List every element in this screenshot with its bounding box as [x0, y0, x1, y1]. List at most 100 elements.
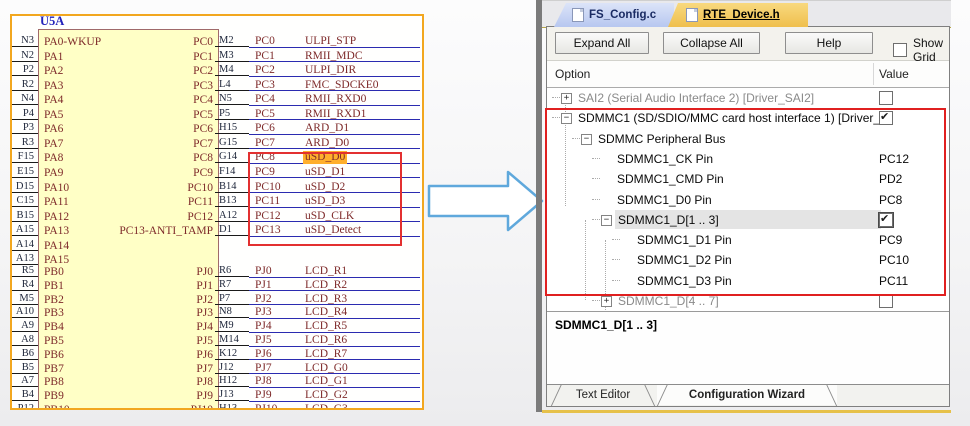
tree-guide	[612, 280, 620, 281]
tree-guide	[612, 239, 620, 240]
column-divider	[873, 63, 874, 85]
pin-number: M5	[10, 293, 34, 305]
tree-row[interactable]: SDMMC1_CMD Pin PD2	[547, 169, 949, 189]
net-label: uSD_Detect	[303, 224, 363, 237]
expand-icon[interactable]: +	[561, 93, 572, 104]
port-label: PJ1	[255, 279, 272, 292]
tree-row[interactable]: SDMMC1_D3 Pin PC11	[547, 271, 949, 291]
tree-row[interactable]: SDMMC1_D2 PinPC10	[547, 250, 949, 270]
port-label: PC9	[255, 166, 275, 179]
pin-number: G15	[216, 137, 249, 149]
tab-rte-device[interactable]: RTE_Device.h	[668, 3, 808, 27]
tree-row[interactable]: +SDMMC1_D[4 .. 7]	[547, 291, 949, 311]
tree-item-checkbox[interactable]	[879, 91, 893, 105]
show-grid-checkbox[interactable]	[893, 43, 907, 57]
port-label: PJ6	[255, 348, 272, 361]
pin-name: PA10	[44, 182, 69, 195]
tree-item-label: SDMMC1_D0 Pin	[617, 193, 712, 207]
tab-fs-config[interactable]: FS_Config.c	[554, 3, 674, 27]
pin-name: PA6	[44, 123, 63, 136]
port-label: PC10	[255, 181, 281, 194]
collapse-icon[interactable]: −	[561, 113, 572, 124]
tree-row[interactable]: SDMMC1_D0 Pin PC8	[547, 190, 949, 210]
pin-number: C15	[10, 195, 34, 207]
pin-number: H15	[216, 122, 249, 134]
net-label: uSD_D2	[303, 181, 347, 194]
pin-name: PB0	[44, 266, 64, 279]
pin-value[interactable]: PC9	[879, 233, 902, 247]
net-label: ULPI_DIR	[303, 64, 358, 77]
tree-item-label: SDMMC1_CMD Pin	[617, 172, 724, 186]
tree-row[interactable]: −SDMMC1 (SD/SDIO/MMC card host interface…	[547, 108, 949, 128]
tree-row[interactable]: −SDMMC Peripheral Bus	[547, 129, 949, 149]
pin-name: PJ1	[93, 280, 213, 293]
pin-number: B15	[10, 210, 34, 222]
pin-number: A7	[10, 375, 34, 387]
flow-arrow-icon	[426, 168, 546, 234]
port-label: PJ3	[255, 306, 272, 319]
port-label: PC13	[255, 224, 281, 237]
pin-name: PA1	[44, 51, 63, 64]
pin-name: PA4	[44, 94, 63, 107]
pin-name: PA11	[44, 196, 69, 209]
port-label: PJ8	[255, 375, 272, 388]
collapse-icon[interactable]: −	[601, 215, 612, 226]
port-label: PC0	[255, 35, 275, 48]
help-button[interactable]: Help	[785, 32, 873, 54]
net-label: uSD_D3	[303, 195, 347, 208]
component-refdes: U5A	[40, 14, 64, 28]
tree-item-label: SDMMC1 (SD/SDIO/MMC card host interface …	[578, 111, 890, 125]
tree-guide	[592, 219, 600, 220]
value-column-header: Value	[879, 67, 909, 81]
config-wizard-panel: FS_Config.c RTE_Device.h Expand All Coll…	[542, 0, 951, 410]
expand-all-button[interactable]: Expand All	[555, 32, 649, 54]
collapse-icon[interactable]: −	[581, 134, 592, 145]
pin-number: B4	[10, 389, 34, 401]
show-grid-option: Show Grid	[893, 36, 949, 64]
tree-item-checkbox[interactable]	[879, 294, 893, 308]
tree-row[interactable]: +SAI2 (Serial Audio Interface 2) [Driver…	[547, 88, 949, 108]
tree-guide	[612, 259, 620, 260]
tree-item-checkbox[interactable]	[879, 213, 893, 227]
pin-value[interactable]: PC12	[879, 152, 909, 166]
pin-name: PA13	[44, 225, 69, 238]
pin-name: PA14	[44, 240, 69, 253]
pin-name: PJ8	[93, 376, 213, 389]
tree-row[interactable]: −SDMMC1_D[1 .. 3]	[547, 210, 949, 230]
pin-number: A9	[10, 320, 34, 332]
pin-name: PJ5	[93, 335, 213, 348]
pin-name: PJ2	[93, 294, 213, 307]
pin-value[interactable]: PC8	[879, 193, 902, 207]
pin-number: K12	[216, 348, 249, 360]
pin-number: N3	[10, 35, 34, 47]
net-label: uSD_D0	[303, 151, 347, 164]
pin-number: G14	[216, 151, 249, 163]
tree-row[interactable]: SDMMC1_D1 PinPC9	[547, 230, 949, 250]
pin-value[interactable]: PC10	[879, 253, 909, 267]
pin-name: PC2	[93, 65, 213, 78]
collapse-all-button[interactable]: Collapse All	[663, 32, 760, 54]
document-icon	[572, 8, 584, 22]
pin-name: PA5	[44, 109, 63, 122]
pin-number: H13	[216, 403, 249, 410]
port-label: PC8	[255, 151, 275, 164]
pin-number: F15	[10, 151, 34, 163]
tab-configuration-wizard[interactable]: Configuration Wizard	[657, 385, 837, 405]
tab-text-editor[interactable]: Text Editor	[551, 385, 655, 405]
pin-name: PA8	[44, 152, 63, 165]
tree-row[interactable]: SDMMC1_CK PinPC12	[547, 149, 949, 169]
pin-number: A10	[10, 306, 34, 318]
expand-icon[interactable]: +	[601, 296, 612, 307]
pin-value[interactable]: PD2	[879, 172, 902, 186]
tree-item-checkbox[interactable]	[879, 111, 893, 125]
tree-item-label: SDMMC1_D3 Pin	[637, 274, 732, 288]
wizard-toolbar: Expand All Collapse All Help Show Grid	[547, 27, 949, 61]
pin-name: PJ3	[93, 307, 213, 320]
grid-header: Option Value	[547, 61, 949, 88]
tree-item-label: SDMMC Peripheral Bus	[598, 132, 725, 146]
pin-number: M4	[216, 64, 249, 76]
pin-name: PC10	[93, 182, 213, 195]
pin-name: PC7	[93, 138, 213, 151]
description-pane: SDMMC1_D[1 .. 3]	[547, 311, 949, 388]
pin-value[interactable]: PC11	[879, 274, 908, 288]
